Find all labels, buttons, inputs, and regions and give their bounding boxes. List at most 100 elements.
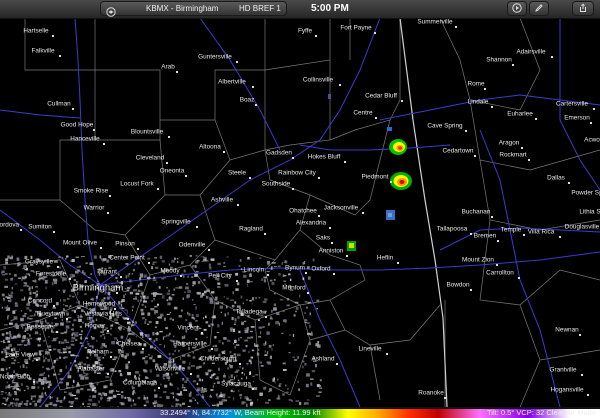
city-label: Pelham xyxy=(87,348,109,356)
city-label: Vincent xyxy=(177,324,199,332)
city-label: Birmingham xyxy=(72,282,124,294)
city-dot xyxy=(374,117,377,119)
city-dot xyxy=(550,56,553,58)
site-label: KBMX - Birmingham xyxy=(146,4,219,13)
city-dot xyxy=(362,212,365,214)
city-dot xyxy=(236,280,239,282)
city-label: Hanceville xyxy=(70,135,100,143)
city-dot xyxy=(396,262,399,264)
city-label: Pell City xyxy=(208,272,232,280)
city-label: Munford xyxy=(282,284,306,292)
city-dot xyxy=(581,374,583,376)
city-dot xyxy=(518,277,520,279)
city-dot xyxy=(36,359,39,361)
city-label: Shannon xyxy=(486,56,512,64)
city-label: Temple xyxy=(500,226,522,234)
city-label: Alabaster xyxy=(77,365,105,373)
city-dot xyxy=(180,275,182,277)
draw-button[interactable] xyxy=(529,1,549,16)
city-dot xyxy=(578,334,581,336)
city-dot xyxy=(109,356,112,358)
city-dot xyxy=(201,332,204,334)
city-dot xyxy=(236,61,239,63)
city-label: North Bibb xyxy=(0,373,31,381)
city-dot xyxy=(158,387,160,389)
city-label: Lake View xyxy=(5,351,35,359)
city-label: Hartselle xyxy=(23,27,49,35)
city-dot xyxy=(305,272,307,274)
city-label: Albertville xyxy=(218,78,246,86)
city-dot xyxy=(109,195,111,197)
city-dot xyxy=(469,289,472,291)
city-dot xyxy=(484,88,487,90)
city-dot xyxy=(120,276,123,278)
city-dot xyxy=(59,55,62,57)
city-label: Tallapoosa xyxy=(436,225,468,233)
city-dot xyxy=(454,26,457,28)
city-label: Locust Fork xyxy=(120,180,154,188)
city-dot xyxy=(318,177,321,179)
radar-app: Summerville Hartselle Fyffe Fort Payne Adair… xyxy=(0,0,600,418)
city-dot xyxy=(72,108,75,110)
city-label: Ohatchee xyxy=(289,207,317,215)
city-label: Warrior xyxy=(83,204,105,212)
city-dot xyxy=(267,274,270,276)
city-label: Grantville xyxy=(549,366,577,374)
city-dot xyxy=(65,318,68,320)
city-label: Concord xyxy=(27,297,53,305)
city-label: Lineville xyxy=(358,345,382,353)
city-label: Boaz xyxy=(239,96,255,104)
city-label: Odenville xyxy=(178,241,206,249)
city-label: Jacksonville xyxy=(323,204,359,212)
city-label: Graysville xyxy=(24,258,54,266)
city-label: Springville xyxy=(161,218,191,226)
city-label: Centre xyxy=(353,109,373,117)
city-label: Sumiton xyxy=(28,223,52,231)
city-dot xyxy=(208,249,211,251)
city-label: Wilsonville xyxy=(154,365,186,373)
city-dot xyxy=(292,157,295,159)
city-dot xyxy=(252,388,255,390)
play-icon xyxy=(512,0,522,18)
city-dot xyxy=(496,264,498,266)
city-label: Smoke Rise xyxy=(73,187,109,195)
draw-icon xyxy=(534,0,544,18)
city-label: Moody xyxy=(160,267,180,275)
city-dot xyxy=(69,278,71,280)
city-label: Lindale xyxy=(467,98,489,106)
city-dot xyxy=(567,182,570,184)
city-label: Newnan xyxy=(555,326,579,334)
city-label: Hokes Bluff xyxy=(307,153,341,161)
city-label: Cedar Bluff xyxy=(365,92,397,100)
city-dot xyxy=(265,316,268,318)
city-dot xyxy=(339,84,342,86)
city-label: Rockmart xyxy=(499,151,527,159)
city-dot xyxy=(593,108,596,110)
city-dot xyxy=(20,229,23,231)
city-dot xyxy=(336,363,339,365)
city-label: Hogansville xyxy=(550,386,584,394)
play-button[interactable] xyxy=(507,1,527,16)
city-dot xyxy=(103,143,105,145)
storm-cell-piedmont xyxy=(390,172,412,190)
share-button[interactable] xyxy=(572,1,594,16)
scan-time: 5:00 PM xyxy=(311,3,349,14)
city-dot xyxy=(332,273,335,275)
city-label: Roanoke xyxy=(418,389,444,397)
radar-site-selector[interactable]: KBMX - Birmingham HD BREF 1 xyxy=(100,1,287,17)
city-dot xyxy=(444,397,447,399)
city-label: Bowdon xyxy=(446,281,470,289)
city-label: Rainbow City xyxy=(278,169,316,177)
city-dot xyxy=(53,231,56,233)
city-dot xyxy=(470,233,472,235)
product-label: HD BREF 1 xyxy=(239,4,281,13)
city-label: Childersburg xyxy=(199,355,237,363)
city-label: Forestdale xyxy=(35,270,67,278)
city-dot xyxy=(189,373,192,375)
city-dot xyxy=(166,162,169,164)
city-label: Gadsden xyxy=(266,149,292,157)
city-dot xyxy=(236,204,239,206)
city-dot xyxy=(496,240,499,242)
city-dot xyxy=(223,151,226,153)
city-label: Oneonta xyxy=(159,167,185,175)
